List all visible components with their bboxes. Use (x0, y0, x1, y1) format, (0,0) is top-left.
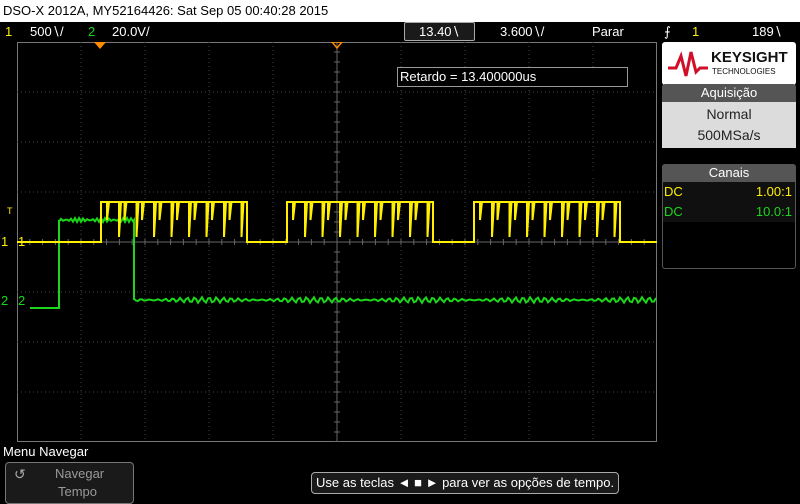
sample-rate: 500MSa/s (697, 127, 761, 143)
rotate-knob-icon: ↺ (14, 466, 26, 482)
ch2-ground-label: 2 (18, 293, 26, 308)
brand-sub: TECHNOLOGIES (712, 67, 776, 76)
acquisition-panel[interactable]: Normal 500MSa/s (662, 102, 796, 148)
trigger-time-marker-icon (94, 42, 106, 49)
trigger-level-marker[interactable]: T (7, 206, 13, 216)
acquisition-mode: Normal (706, 106, 752, 122)
menu-title: Menu Navegar (3, 444, 89, 459)
time-offset[interactable]: 13.40∖ (404, 22, 475, 41)
status-bar: 1 500∖/ 2 20.0V/ 13.40∖ 3.600∖/ Parar ⨍ … (0, 22, 800, 41)
bit-group-2: 0 0 0 0 0 0 0 0 (286, 163, 412, 179)
ch2-ground-marker[interactable]: 2 (1, 293, 8, 308)
trigger-level[interactable]: 189∖ (752, 22, 782, 41)
navigate-label: Navegar (55, 466, 105, 481)
ch1-ground-marker[interactable]: 1 (1, 234, 8, 249)
ch1-number[interactable]: 1 (5, 22, 12, 41)
right-panel: KEYSIGHT TECHNOLOGIES Aquisição Normal 5… (658, 42, 800, 442)
bit-group-3: 0 0 0 0 0 0 0 0 (471, 163, 597, 179)
title-bar: DSO-X 2012A, MY52164426: Sat Sep 05 00:4… (0, 0, 800, 22)
bit-group-1: 1 1 0 0 0 0 0 0 (99, 163, 225, 179)
window-title: DSO-X 2012A, MY52164426: Sat Sep 05 00:4… (3, 3, 329, 18)
ch2-scale[interactable]: 20.0V/ (112, 22, 150, 41)
trigger-slope-icon: ⨍ (664, 24, 671, 39)
run-state[interactable]: Parar (592, 22, 624, 41)
channels-header[interactable]: Canais (662, 164, 796, 182)
brand-logo: KEYSIGHT TECHNOLOGIES (662, 42, 796, 85)
delay-readout: Retardo = 13.400000us (397, 67, 628, 87)
brand-name: KEYSIGHT (711, 49, 788, 66)
navigate-time-softkey[interactable]: ↺ Navegar Tempo (5, 462, 134, 504)
trigger-source[interactable]: 1 (692, 22, 699, 41)
time-label: Tempo (58, 484, 98, 499)
waveform-display[interactable]: 1 1 0 0 0 0 0 0 0 0 0 0 0 0 0 0 0 0 0 0 … (17, 42, 657, 442)
hint-message: Use as teclas ◄ ■ ► para ver as opções d… (311, 472, 620, 494)
ch1-scale[interactable]: 500∖/ (30, 22, 64, 41)
ch1-ground-label: 1 (18, 234, 26, 249)
time-scale[interactable]: 3.600∖/ (500, 22, 544, 41)
channels-frame (662, 182, 796, 269)
graticule (17, 42, 657, 442)
ch2-number[interactable]: 2 (88, 22, 95, 41)
keysight-wave-icon (668, 51, 708, 77)
acquisition-header[interactable]: Aquisição (662, 84, 796, 102)
